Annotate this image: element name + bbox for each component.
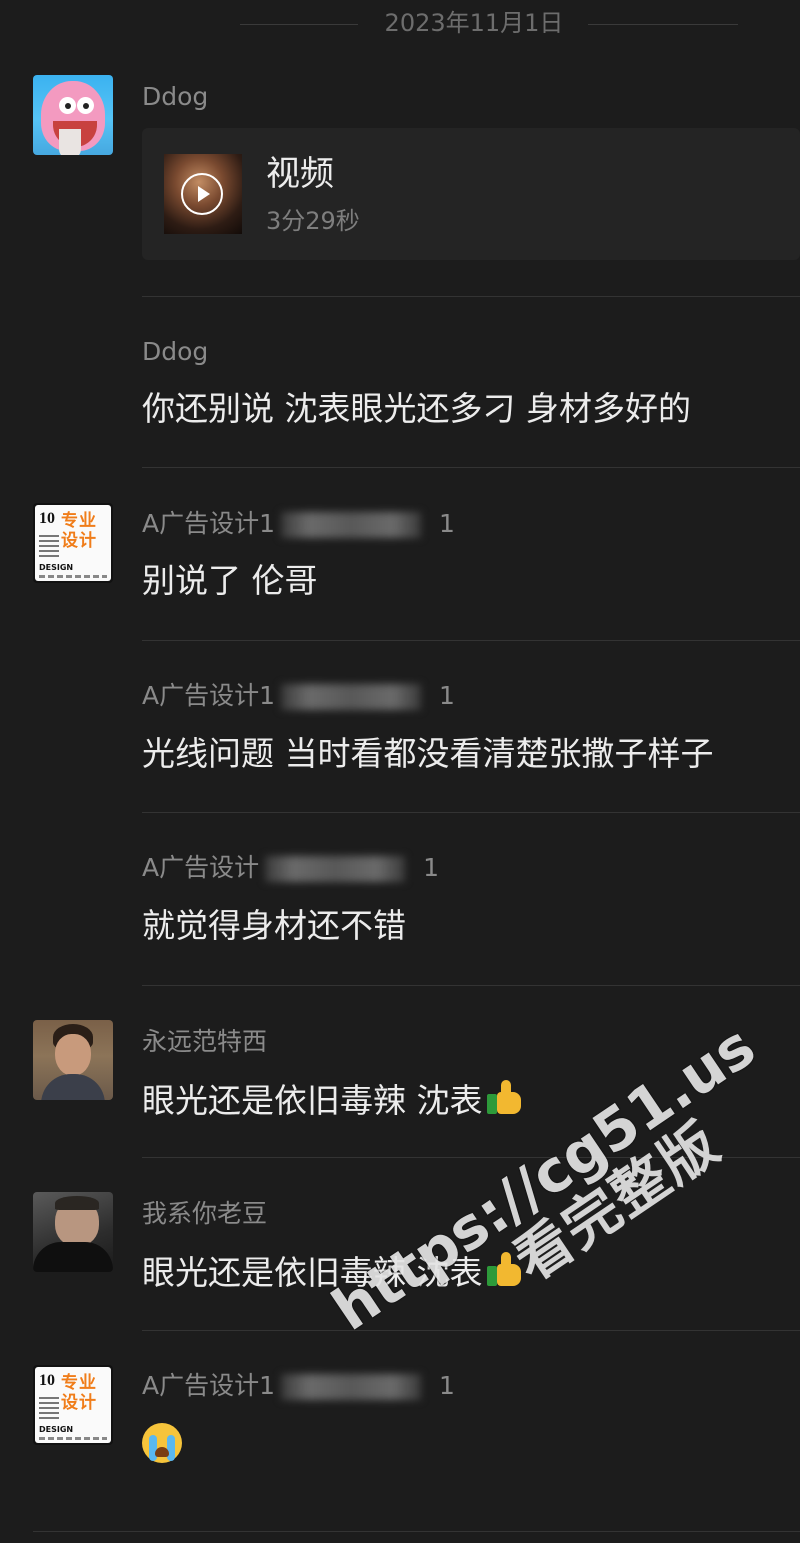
date-divider-left bbox=[240, 24, 358, 25]
message-divider bbox=[142, 467, 800, 468]
thumbs-up-icon bbox=[485, 1078, 525, 1118]
video-title: 视频 bbox=[266, 154, 334, 194]
video-duration: 3分29秒 bbox=[266, 207, 360, 235]
watermark-text: 看完整版 bbox=[503, 1110, 732, 1295]
avatar-fantasy[interactable] bbox=[33, 1020, 113, 1100]
sender-name: A广告设计1 1 bbox=[142, 681, 455, 711]
message-divider bbox=[142, 985, 800, 986]
sender-name-prefix: A广告设计 bbox=[142, 853, 260, 882]
avatar-footer: DESIGN bbox=[39, 563, 74, 572]
date-separator: 2023年11月1日 bbox=[0, 0, 800, 46]
avatar-number: 10 bbox=[39, 510, 55, 527]
sender-name-suffix: 1 bbox=[423, 853, 440, 882]
avatar-design[interactable]: 10 专业设计 DESIGN bbox=[33, 503, 113, 583]
sender-name: Ddog bbox=[142, 82, 209, 111]
message-text[interactable]: 别说了 伦哥 bbox=[142, 560, 318, 602]
watermark: https://cg51.us 看完整版 bbox=[320, 1012, 800, 1392]
avatar-number: 10 bbox=[39, 1372, 55, 1389]
blurred-username bbox=[265, 856, 406, 882]
date-label: 2023年11月1日 bbox=[384, 9, 564, 37]
patrick-star-icon bbox=[41, 81, 105, 155]
sender-name: Ddog bbox=[142, 337, 209, 366]
sender-name-prefix: A广告设计1 bbox=[142, 509, 276, 538]
avatar-title: 专业设计 bbox=[61, 1373, 97, 1413]
sender-name-suffix: 1 bbox=[439, 509, 455, 538]
message-text[interactable]: 光线问题 当时看都没看清楚张撒子样子 bbox=[142, 733, 714, 775]
avatar-dad[interactable] bbox=[33, 1192, 113, 1272]
message-text[interactable]: 你还别说 沈表眼光还多刁 身材多好的 bbox=[142, 388, 691, 430]
avatar-title: 专业设计 bbox=[61, 511, 97, 551]
sender-name-prefix: A广告设计1 bbox=[142, 1371, 276, 1400]
message-text-content: 眼光还是依旧毒辣 沈表 bbox=[142, 1253, 483, 1292]
blurred-username bbox=[281, 512, 422, 538]
sender-name: A广告设计1 1 bbox=[142, 1371, 455, 1401]
message-divider bbox=[142, 296, 800, 297]
sender-name: A广告设计 1 bbox=[142, 853, 439, 883]
blurred-username bbox=[281, 1374, 422, 1400]
message-divider bbox=[142, 1330, 800, 1331]
message-text[interactable]: 就觉得身材还不错 bbox=[142, 905, 406, 947]
play-icon[interactable] bbox=[181, 173, 223, 215]
message-text[interactable]: 眼光还是依旧毒辣 沈表 bbox=[142, 1078, 525, 1122]
video-thumbnail[interactable] bbox=[164, 154, 242, 234]
sender-name: 永远范特西 bbox=[142, 1027, 268, 1056]
avatar-design[interactable]: 10 专业设计 DESIGN bbox=[33, 1365, 113, 1445]
sender-name-suffix: 1 bbox=[439, 1371, 455, 1400]
message-divider bbox=[33, 1531, 800, 1532]
avatar-footer: DESIGN bbox=[39, 1425, 74, 1434]
sender-name-prefix: A广告设计1 bbox=[142, 681, 276, 710]
video-message-card[interactable]: 视频 3分29秒 bbox=[142, 128, 800, 260]
sender-name: A广告设计1 1 bbox=[142, 509, 455, 539]
sender-name: 我系你老豆 bbox=[142, 1199, 268, 1228]
message-divider bbox=[142, 1157, 800, 1158]
loudly-crying-face-icon[interactable] bbox=[142, 1423, 182, 1463]
blurred-username bbox=[281, 684, 422, 710]
date-divider-right bbox=[588, 24, 738, 25]
avatar-ddog[interactable] bbox=[33, 75, 113, 155]
message-text-content: 眼光还是依旧毒辣 沈表 bbox=[142, 1081, 483, 1120]
sender-name-suffix: 1 bbox=[439, 681, 455, 710]
message-divider bbox=[142, 812, 800, 813]
message-text[interactable]: 眼光还是依旧毒辣 沈表 bbox=[142, 1250, 525, 1294]
message-divider bbox=[142, 640, 800, 641]
thumbs-up-icon bbox=[485, 1250, 525, 1290]
